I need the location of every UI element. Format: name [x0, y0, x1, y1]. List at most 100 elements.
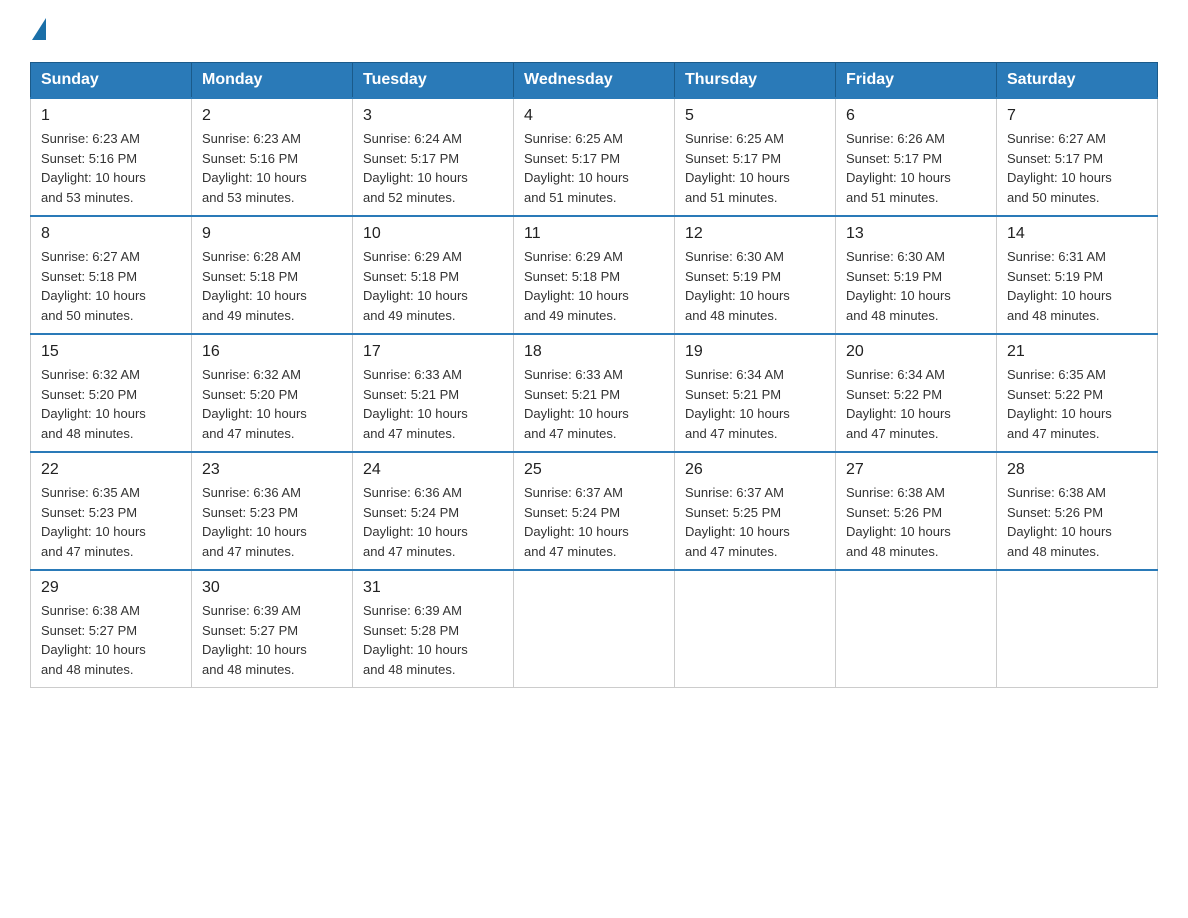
calendar-week-row: 22 Sunrise: 6:35 AM Sunset: 5:23 PM Dayl… [31, 452, 1158, 570]
calendar-cell: 3 Sunrise: 6:24 AM Sunset: 5:17 PM Dayli… [353, 98, 514, 216]
day-info: Sunrise: 6:23 AM Sunset: 5:16 PM Dayligh… [41, 129, 181, 207]
day-info: Sunrise: 6:32 AM Sunset: 5:20 PM Dayligh… [202, 365, 342, 443]
day-number: 24 [363, 461, 503, 479]
day-info: Sunrise: 6:27 AM Sunset: 5:17 PM Dayligh… [1007, 129, 1147, 207]
day-number: 8 [41, 225, 181, 243]
day-info: Sunrise: 6:38 AM Sunset: 5:26 PM Dayligh… [846, 483, 986, 561]
day-info: Sunrise: 6:39 AM Sunset: 5:27 PM Dayligh… [202, 601, 342, 679]
day-info: Sunrise: 6:31 AM Sunset: 5:19 PM Dayligh… [1007, 247, 1147, 325]
calendar-header-monday: Monday [192, 63, 353, 99]
calendar-cell: 6 Sunrise: 6:26 AM Sunset: 5:17 PM Dayli… [836, 98, 997, 216]
day-info: Sunrise: 6:36 AM Sunset: 5:23 PM Dayligh… [202, 483, 342, 561]
calendar-cell: 16 Sunrise: 6:32 AM Sunset: 5:20 PM Dayl… [192, 334, 353, 452]
calendar-cell: 28 Sunrise: 6:38 AM Sunset: 5:26 PM Dayl… [997, 452, 1158, 570]
day-number: 10 [363, 225, 503, 243]
day-number: 19 [685, 343, 825, 361]
calendar-cell: 9 Sunrise: 6:28 AM Sunset: 5:18 PM Dayli… [192, 216, 353, 334]
calendar-cell: 15 Sunrise: 6:32 AM Sunset: 5:20 PM Dayl… [31, 334, 192, 452]
calendar-cell: 19 Sunrise: 6:34 AM Sunset: 5:21 PM Dayl… [675, 334, 836, 452]
calendar-cell: 8 Sunrise: 6:27 AM Sunset: 5:18 PM Dayli… [31, 216, 192, 334]
day-number: 14 [1007, 225, 1147, 243]
day-info: Sunrise: 6:35 AM Sunset: 5:22 PM Dayligh… [1007, 365, 1147, 443]
calendar-cell: 5 Sunrise: 6:25 AM Sunset: 5:17 PM Dayli… [675, 98, 836, 216]
day-info: Sunrise: 6:37 AM Sunset: 5:24 PM Dayligh… [524, 483, 664, 561]
day-info: Sunrise: 6:26 AM Sunset: 5:17 PM Dayligh… [846, 129, 986, 207]
day-number: 13 [846, 225, 986, 243]
calendar-cell: 17 Sunrise: 6:33 AM Sunset: 5:21 PM Dayl… [353, 334, 514, 452]
day-info: Sunrise: 6:29 AM Sunset: 5:18 PM Dayligh… [363, 247, 503, 325]
calendar-header-tuesday: Tuesday [353, 63, 514, 99]
calendar-cell [836, 570, 997, 688]
calendar-cell: 21 Sunrise: 6:35 AM Sunset: 5:22 PM Dayl… [997, 334, 1158, 452]
calendar-header-saturday: Saturday [997, 63, 1158, 99]
day-number: 9 [202, 225, 342, 243]
calendar-cell: 20 Sunrise: 6:34 AM Sunset: 5:22 PM Dayl… [836, 334, 997, 452]
day-number: 30 [202, 579, 342, 597]
day-number: 1 [41, 107, 181, 125]
logo [30, 20, 48, 42]
day-number: 4 [524, 107, 664, 125]
day-number: 7 [1007, 107, 1147, 125]
page-header [30, 20, 1158, 42]
day-info: Sunrise: 6:25 AM Sunset: 5:17 PM Dayligh… [685, 129, 825, 207]
logo-triangle-icon [32, 18, 46, 40]
calendar-cell [997, 570, 1158, 688]
calendar-cell: 4 Sunrise: 6:25 AM Sunset: 5:17 PM Dayli… [514, 98, 675, 216]
day-number: 22 [41, 461, 181, 479]
day-number: 29 [41, 579, 181, 597]
day-info: Sunrise: 6:33 AM Sunset: 5:21 PM Dayligh… [363, 365, 503, 443]
day-info: Sunrise: 6:30 AM Sunset: 5:19 PM Dayligh… [846, 247, 986, 325]
day-info: Sunrise: 6:23 AM Sunset: 5:16 PM Dayligh… [202, 129, 342, 207]
calendar-header-friday: Friday [836, 63, 997, 99]
day-info: Sunrise: 6:28 AM Sunset: 5:18 PM Dayligh… [202, 247, 342, 325]
day-number: 18 [524, 343, 664, 361]
day-info: Sunrise: 6:37 AM Sunset: 5:25 PM Dayligh… [685, 483, 825, 561]
calendar-cell: 24 Sunrise: 6:36 AM Sunset: 5:24 PM Dayl… [353, 452, 514, 570]
day-info: Sunrise: 6:34 AM Sunset: 5:22 PM Dayligh… [846, 365, 986, 443]
calendar-week-row: 15 Sunrise: 6:32 AM Sunset: 5:20 PM Dayl… [31, 334, 1158, 452]
calendar-cell: 11 Sunrise: 6:29 AM Sunset: 5:18 PM Dayl… [514, 216, 675, 334]
calendar-cell: 23 Sunrise: 6:36 AM Sunset: 5:23 PM Dayl… [192, 452, 353, 570]
day-info: Sunrise: 6:39 AM Sunset: 5:28 PM Dayligh… [363, 601, 503, 679]
calendar-cell [675, 570, 836, 688]
day-number: 12 [685, 225, 825, 243]
day-number: 26 [685, 461, 825, 479]
day-number: 11 [524, 225, 664, 243]
day-number: 28 [1007, 461, 1147, 479]
day-info: Sunrise: 6:38 AM Sunset: 5:26 PM Dayligh… [1007, 483, 1147, 561]
calendar-cell: 13 Sunrise: 6:30 AM Sunset: 5:19 PM Dayl… [836, 216, 997, 334]
calendar-cell: 29 Sunrise: 6:38 AM Sunset: 5:27 PM Dayl… [31, 570, 192, 688]
day-number: 25 [524, 461, 664, 479]
day-number: 16 [202, 343, 342, 361]
day-number: 6 [846, 107, 986, 125]
day-info: Sunrise: 6:33 AM Sunset: 5:21 PM Dayligh… [524, 365, 664, 443]
calendar-cell: 27 Sunrise: 6:38 AM Sunset: 5:26 PM Dayl… [836, 452, 997, 570]
day-number: 5 [685, 107, 825, 125]
calendar-cell: 14 Sunrise: 6:31 AM Sunset: 5:19 PM Dayl… [997, 216, 1158, 334]
day-number: 20 [846, 343, 986, 361]
day-number: 3 [363, 107, 503, 125]
day-info: Sunrise: 6:36 AM Sunset: 5:24 PM Dayligh… [363, 483, 503, 561]
calendar-cell: 31 Sunrise: 6:39 AM Sunset: 5:28 PM Dayl… [353, 570, 514, 688]
day-info: Sunrise: 6:34 AM Sunset: 5:21 PM Dayligh… [685, 365, 825, 443]
calendar-cell: 22 Sunrise: 6:35 AM Sunset: 5:23 PM Dayl… [31, 452, 192, 570]
calendar-cell: 18 Sunrise: 6:33 AM Sunset: 5:21 PM Dayl… [514, 334, 675, 452]
calendar-cell: 2 Sunrise: 6:23 AM Sunset: 5:16 PM Dayli… [192, 98, 353, 216]
day-number: 17 [363, 343, 503, 361]
calendar-cell: 26 Sunrise: 6:37 AM Sunset: 5:25 PM Dayl… [675, 452, 836, 570]
day-info: Sunrise: 6:38 AM Sunset: 5:27 PM Dayligh… [41, 601, 181, 679]
calendar-cell: 1 Sunrise: 6:23 AM Sunset: 5:16 PM Dayli… [31, 98, 192, 216]
calendar-cell: 7 Sunrise: 6:27 AM Sunset: 5:17 PM Dayli… [997, 98, 1158, 216]
day-number: 15 [41, 343, 181, 361]
day-info: Sunrise: 6:35 AM Sunset: 5:23 PM Dayligh… [41, 483, 181, 561]
day-number: 31 [363, 579, 503, 597]
calendar-header-thursday: Thursday [675, 63, 836, 99]
day-info: Sunrise: 6:30 AM Sunset: 5:19 PM Dayligh… [685, 247, 825, 325]
calendar-week-row: 1 Sunrise: 6:23 AM Sunset: 5:16 PM Dayli… [31, 98, 1158, 216]
calendar-week-row: 29 Sunrise: 6:38 AM Sunset: 5:27 PM Dayl… [31, 570, 1158, 688]
calendar-header-wednesday: Wednesday [514, 63, 675, 99]
day-number: 23 [202, 461, 342, 479]
day-info: Sunrise: 6:25 AM Sunset: 5:17 PM Dayligh… [524, 129, 664, 207]
day-info: Sunrise: 6:29 AM Sunset: 5:18 PM Dayligh… [524, 247, 664, 325]
day-info: Sunrise: 6:24 AM Sunset: 5:17 PM Dayligh… [363, 129, 503, 207]
